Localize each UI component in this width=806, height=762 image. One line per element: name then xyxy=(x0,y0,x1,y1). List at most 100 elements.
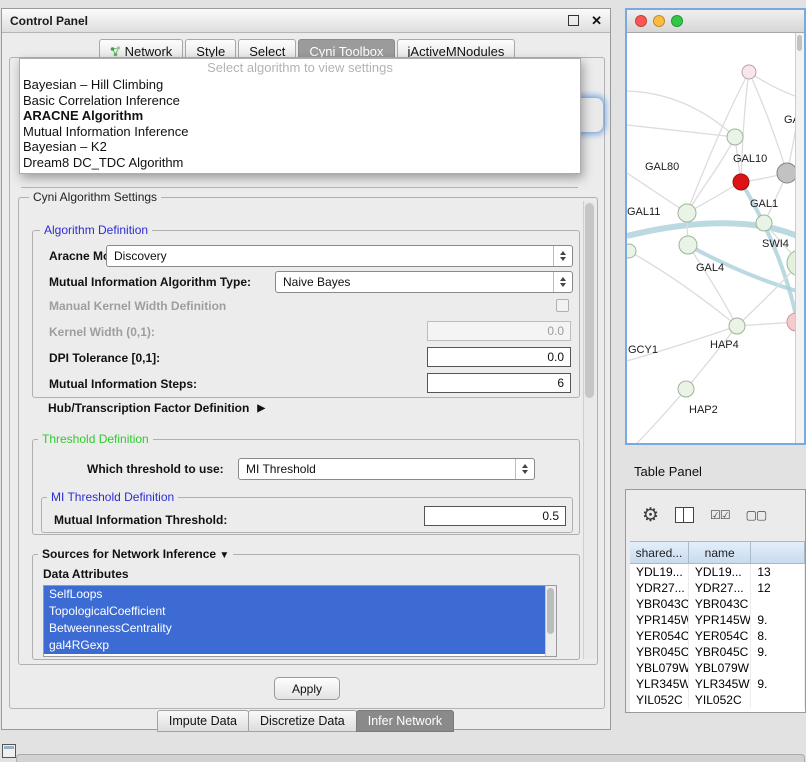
attribute-item[interactable]: BetweennessCentrality xyxy=(44,620,546,637)
aracne-mode-select[interactable]: Discovery xyxy=(106,245,573,267)
restore-panel-icon[interactable] xyxy=(2,744,16,758)
kernel-width-label: Kernel Width (0,1): xyxy=(49,325,155,339)
sources-title[interactable]: Sources for Network Inference ▼ xyxy=(38,547,233,561)
network-node[interactable] xyxy=(679,236,697,254)
node-label: GAL1 xyxy=(750,198,778,210)
collapse-down-icon[interactable]: ▼ xyxy=(219,550,229,561)
mi-algorithm-type-select[interactable]: Naive Bayes xyxy=(275,271,573,293)
mi-steps-label: Mutual Information Steps: xyxy=(49,377,197,391)
table-row[interactable]: YBR043CYBR043C xyxy=(630,596,805,612)
table-row[interactable]: YDL19...YDL19...13 xyxy=(630,564,805,580)
algorithm-option[interactable]: Bayesian – K2 xyxy=(20,139,580,155)
which-threshold-label: Which threshold to use: xyxy=(87,462,224,476)
control-panel-titlebar[interactable]: Control Panel ✕ xyxy=(2,9,610,33)
dpi-tolerance-label: DPI Tolerance [0,1]: xyxy=(49,351,160,365)
network-node[interactable] xyxy=(733,174,749,190)
column-header[interactable] xyxy=(751,542,805,563)
which-threshold-select[interactable]: MI Threshold xyxy=(238,458,535,480)
settings-scrollbar[interactable] xyxy=(583,201,596,659)
table-cell: YBR043C xyxy=(630,596,689,612)
network-node[interactable] xyxy=(756,215,772,231)
table-cell: YER054C xyxy=(689,628,751,644)
hub-section-label: Hub/Transcription Factor Definition xyxy=(48,401,249,415)
hub-transcription-section[interactable]: Hub/Transcription Factor Definition ▶ xyxy=(48,401,265,415)
apply-button[interactable]: Apply xyxy=(274,677,340,700)
table-panel-window: ⚙ ☑☑ ▢▢ shared...name YDL19...YDL19...13… xyxy=(625,489,806,713)
expand-right-icon[interactable]: ▶ xyxy=(257,403,265,414)
network-node[interactable] xyxy=(627,244,636,258)
table-row[interactable]: YER054CYER054C8. xyxy=(630,628,805,644)
network-scrollbar[interactable] xyxy=(795,33,804,443)
table-row[interactable]: YLR345WYLR345W9. xyxy=(630,676,805,692)
algorithm-option[interactable]: ARACNE Algorithm xyxy=(20,108,580,124)
attribute-item[interactable]: SelfLoops xyxy=(44,586,546,603)
network-canvas[interactable]: GALGAL80GAL10GAL11GAL1SWI4GAL4GCY1HAP4HA… xyxy=(627,33,804,443)
table-row[interactable]: YBL079WYBL079W xyxy=(630,660,805,676)
gear-icon[interactable]: ⚙ xyxy=(642,506,659,525)
algorithm-option[interactable]: Basic Correlation Inference xyxy=(20,93,580,109)
close-icon[interactable]: ✕ xyxy=(591,14,602,27)
table-cell: YBL079W xyxy=(689,660,751,676)
dropdown-items: Bayesian – Hill ClimbingBasic Correlatio… xyxy=(20,77,580,170)
table-cell: 8. xyxy=(751,628,805,644)
collapsed-panel-strip[interactable] xyxy=(16,754,805,762)
zoom-button[interactable] xyxy=(671,15,683,27)
dpi-tolerance-field[interactable]: 0.0 xyxy=(427,347,571,367)
algorithm-option[interactable]: Bayesian – Hill Climbing xyxy=(20,77,580,93)
table-cell: YPR145W xyxy=(689,612,751,628)
minimize-button[interactable] xyxy=(653,15,665,27)
table-cell: YDL19... xyxy=(630,564,689,580)
attribute-item[interactable]: gal4RGexp xyxy=(44,637,546,654)
algorithm-definition-group: Aracne Mode: Discovery Mutual Informatio… xyxy=(32,230,580,398)
data-attributes-list[interactable]: SelfLoopsTopologicalCoefficientBetweenne… xyxy=(43,585,557,657)
network-node[interactable] xyxy=(678,381,694,397)
mi-threshold-field[interactable]: 0.5 xyxy=(424,506,566,526)
table-row[interactable]: YDR27...YDR27...12 xyxy=(630,580,805,596)
node-label: HAP4 xyxy=(710,339,739,351)
network-edges xyxy=(627,72,804,443)
algorithm-option[interactable]: Dream8 DC_TDC Algorithm xyxy=(20,155,580,171)
column-header[interactable]: name xyxy=(689,542,752,563)
table-row[interactable]: YIL052CYIL052C xyxy=(630,692,805,708)
tab-infer-network[interactable]: Infer Network xyxy=(356,710,454,732)
table-cell: 9. xyxy=(751,676,805,692)
cyni-algorithm-settings-title: Cyni Algorithm Settings xyxy=(29,190,161,204)
node-label: HAP2 xyxy=(689,404,718,416)
mi-steps-field[interactable]: 6 xyxy=(427,373,571,393)
kernel-width-field[interactable]: 0.0 xyxy=(427,321,571,341)
network-node[interactable] xyxy=(729,318,745,334)
select-all-button[interactable]: ☑☑ xyxy=(710,508,730,522)
node-label: GAL11 xyxy=(627,206,660,218)
table-cell: 12 xyxy=(751,580,805,596)
network-window-titlebar[interactable] xyxy=(627,10,804,33)
network-node[interactable] xyxy=(742,65,756,79)
list-scrollbar[interactable] xyxy=(545,586,556,656)
attribute-item[interactable]: TopologicalCoefficient xyxy=(44,603,546,620)
combo-arrows-icon xyxy=(515,459,534,479)
network-node[interactable] xyxy=(678,204,696,222)
tab-impute-data[interactable]: Impute Data xyxy=(157,710,249,732)
network-node[interactable] xyxy=(727,129,743,145)
table-row[interactable]: YBR045CYBR045C9. xyxy=(630,644,805,660)
columns-icon[interactable] xyxy=(675,507,694,523)
scrollbar-thumb[interactable] xyxy=(585,203,594,398)
table-cell: YBR045C xyxy=(689,644,751,660)
cyni-algorithm-settings-group: Aracne Mode: Discovery Mutual Informatio… xyxy=(18,197,598,665)
float-window-icon[interactable] xyxy=(568,15,579,26)
deselect-all-button[interactable]: ▢▢ xyxy=(746,508,767,522)
scrollbar-thumb[interactable] xyxy=(797,35,802,51)
tab-discretize-data[interactable]: Discretize Data xyxy=(248,710,357,732)
column-header[interactable]: shared... xyxy=(630,542,689,563)
network-node[interactable] xyxy=(777,163,797,183)
table-row[interactable]: YPR145WYPR145W9. xyxy=(630,612,805,628)
table-cell: YDL19... xyxy=(689,564,751,580)
mi-algorithm-type-value: Naive Bayes xyxy=(276,275,553,289)
table-body: YDL19...YDL19...13YDR27...YDR27...12YBR0… xyxy=(630,564,805,708)
manual-kernel-checkbox[interactable] xyxy=(556,299,569,312)
unchecked-icon: ▢ xyxy=(756,508,766,522)
algorithm-option[interactable]: Mutual Information Inference xyxy=(20,124,580,140)
algorithm-dropdown-list: Select algorithm to view settings Bayesi… xyxy=(19,58,581,174)
scrollbar-thumb[interactable] xyxy=(547,588,554,634)
close-button[interactable] xyxy=(635,15,647,27)
table-cell: YIL052C xyxy=(689,692,751,708)
